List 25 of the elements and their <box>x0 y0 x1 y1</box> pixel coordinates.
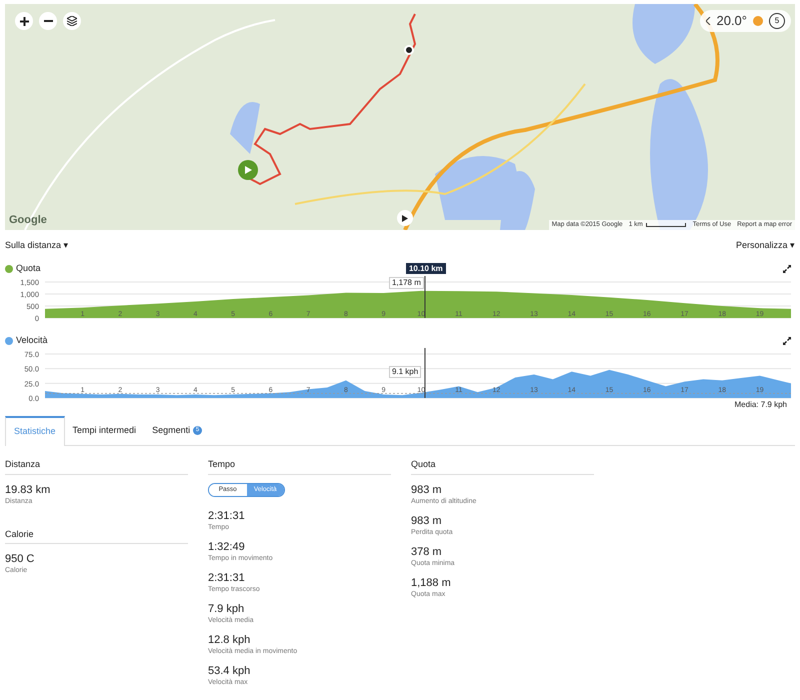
stat-value: 378 m <box>411 544 443 558</box>
value-tooltip: 9.1 kph <box>388 366 422 378</box>
stat-value: 1,188 m <box>411 576 452 590</box>
stat-value: 2:31:31 <box>208 570 246 584</box>
value-tooltip: 1,178 m <box>388 277 424 289</box>
section-title: Quota <box>411 458 594 474</box>
stat-value: 983 m <box>411 514 443 528</box>
average-label: Media: 7.9 kph <box>732 400 789 410</box>
wind-speed: 5 <box>769 13 785 29</box>
stat-value: 7.9 kph <box>208 602 246 616</box>
chart-title: Velocità <box>16 334 48 348</box>
stat-value: 53.4 kph <box>208 664 252 678</box>
stat-value: 1:32:49 <box>208 540 246 554</box>
map-logo: Google <box>9 212 47 228</box>
section-title: Distanza <box>5 458 188 474</box>
temperature: 20.0° <box>716 12 747 30</box>
section-title: Calorie <box>5 528 188 544</box>
stat-value: 950 C <box>5 552 36 566</box>
stat-value: 12.8 kph <box>208 632 252 646</box>
stat-value: 983 m <box>411 482 443 496</box>
section-title: Tempo <box>208 458 391 474</box>
chart-title: Quota <box>16 262 41 276</box>
cursor-label: 10.10 km <box>406 263 446 274</box>
stat-value: 2:31:31 <box>208 508 246 522</box>
stat-value: 19.83 km <box>5 482 52 496</box>
